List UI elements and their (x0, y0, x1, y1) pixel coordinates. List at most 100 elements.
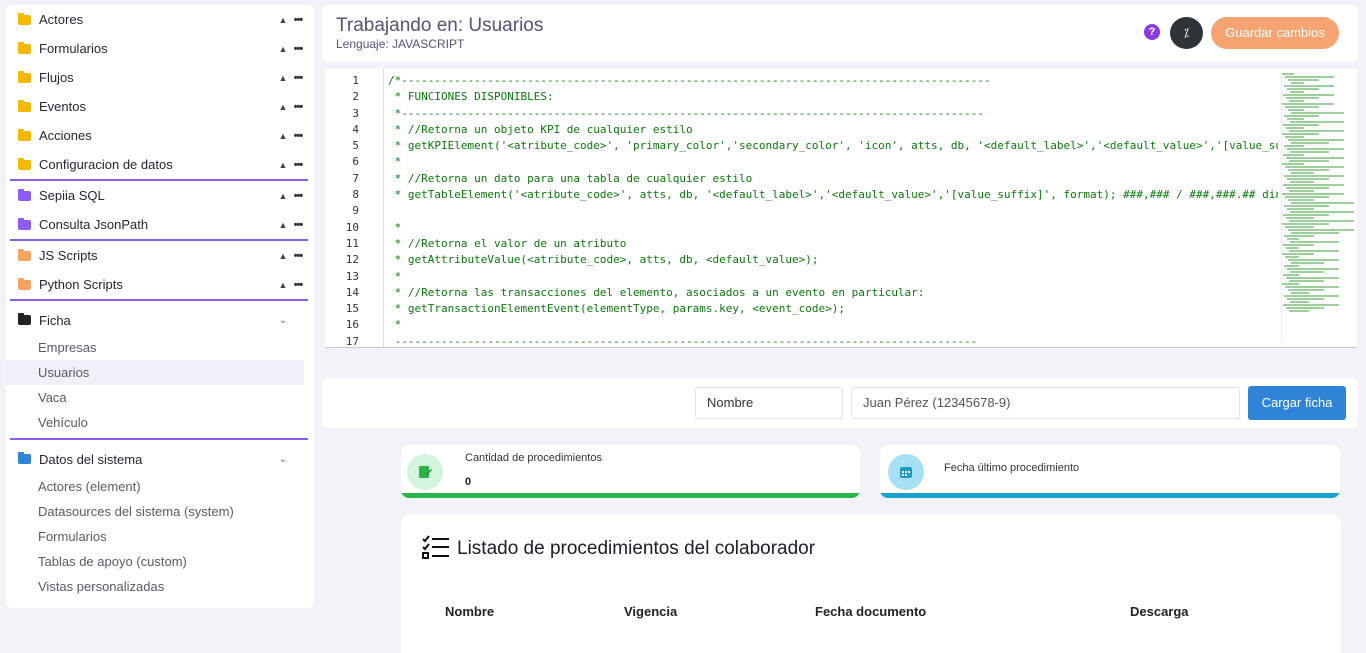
minimap-line (1291, 172, 1314, 174)
more-options-icon[interactable]: ••• (290, 43, 306, 55)
field-select[interactable]: Nombre (695, 387, 843, 419)
minimap-line (1286, 157, 1344, 159)
sidebar-item-python-scripts[interactable]: Python Scripts ▲ ••• (6, 270, 314, 299)
code-line[interactable]: ----------------------------------------… (388, 335, 1278, 347)
sidebar-subitem[interactable]: Empresas (6, 335, 314, 360)
minimap-line (1290, 301, 1309, 303)
sidebar-subitem[interactable]: Vaca (6, 385, 314, 410)
save-button[interactable]: Guardar cambios (1211, 17, 1339, 49)
load-record-button[interactable]: Cargar ficha (1248, 386, 1346, 420)
line-number: 2 (352, 90, 359, 104)
code-editor[interactable]: 1 2 3 4 5 6 7 8 9 10 11 12 13 14 15 16 17 /*------------… (325, 69, 1357, 348)
sidebar-subitem[interactable]: Formularios (6, 524, 314, 549)
chevron-down-icon[interactable]: ⌄ (276, 315, 290, 326)
chevron-down-icon[interactable]: ⌄ (276, 454, 290, 465)
minimap-line (1283, 94, 1334, 96)
chevron-up-icon[interactable]: ▲ (276, 251, 290, 261)
minimap-line (1291, 142, 1329, 144)
chevron-up-icon[interactable]: ▲ (276, 131, 290, 141)
kpi-label: Fecha último procedimiento (944, 462, 1080, 474)
minimap-line (1289, 250, 1339, 252)
code-line[interactable]: * (388, 318, 1278, 334)
code-line[interactable]: * (388, 221, 1278, 237)
column-header-fecha-documento[interactable]: Fecha documento (815, 604, 926, 619)
sidebar-item-consulta-jsonpath[interactable]: Consulta JsonPath ▲ ••• (6, 210, 314, 239)
more-options-icon[interactable]: ••• (290, 279, 306, 291)
code-line[interactable]: * //Retorna el valor de un atributo (388, 237, 1278, 253)
code-line[interactable]: /*--------------------------------------… (388, 74, 1278, 90)
help-icon[interactable]: ? (1144, 24, 1160, 40)
document-edit-icon (407, 454, 443, 490)
more-options-icon[interactable]: ••• (290, 219, 306, 231)
sidebar-subitem[interactable]: Datasources del sistema (system) (6, 499, 314, 524)
code-line[interactable]: *---------------------------------------… (388, 107, 1278, 123)
code-line[interactable]: * getAttributeValue(<atribute_code>, att… (388, 253, 1278, 269)
minimap-line (1290, 121, 1344, 123)
more-options-icon[interactable]: ••• (290, 190, 306, 202)
sidebar-item-formularios[interactable]: Formularios ▲ ••• (6, 34, 314, 63)
code-line[interactable]: * getTransactionElementEvent(elementType… (388, 302, 1278, 318)
chevron-up-icon[interactable]: ▲ (276, 73, 290, 83)
sidebar-subitem[interactable]: Usuarios (6, 360, 304, 385)
minimap-line (1285, 226, 1314, 228)
minimap-line (1283, 304, 1339, 306)
more-options-icon[interactable]: ••• (290, 130, 306, 142)
more-options-icon[interactable]: ••• (290, 250, 306, 262)
code-line[interactable]: * FUNCIONES DISPONIBLES: (388, 90, 1278, 106)
sidebar-item-label: Python Scripts (39, 277, 123, 292)
sidebar-subitem[interactable]: Vistas personalizadas (6, 574, 314, 599)
minimap-line (1284, 265, 1299, 267)
chevron-up-icon[interactable]: ▲ (276, 160, 290, 170)
sidebar-item-configuracion-de-datos[interactable]: Configuracion de datos ▲ ••• (6, 150, 314, 179)
minimap-line (1289, 190, 1314, 192)
sidebar-item-flujos[interactable]: Flujos ▲ ••• (6, 63, 314, 92)
code-line[interactable]: * getTableElement('<atribute_code>', att… (388, 188, 1278, 204)
person-input[interactable]: Juan Pérez (12345678-9) (851, 387, 1240, 419)
kpi-accent-bar (880, 493, 1340, 498)
chevron-up-icon[interactable]: ▲ (276, 220, 290, 230)
sidebar-subitem[interactable]: Vehículo (6, 410, 314, 435)
minimap-line (1288, 79, 1319, 81)
sidebar-item-label: Consulta JsonPath (39, 217, 149, 232)
code-line[interactable] (388, 204, 1278, 220)
line-number: 4 (352, 122, 359, 136)
sidebar-item-sepiia-sql[interactable]: Sepiia SQL ▲ ••• (6, 181, 314, 210)
sidebar-item-js-scripts[interactable]: JS Scripts ▲ ••• (6, 241, 314, 270)
column-header-vigencia[interactable]: Vigencia (624, 604, 677, 619)
sidebar-item-actores[interactable]: Actores ▲ ••• (6, 5, 314, 34)
minimap-line (1287, 238, 1299, 240)
code-line[interactable]: * //Retorna las transacciones del elemen… (388, 286, 1278, 302)
code-line[interactable]: * (388, 155, 1278, 171)
sidebar-item-acciones[interactable]: Acciones ▲ ••• (6, 121, 314, 150)
toggle-button[interactable]: ⁒ (1170, 17, 1203, 49)
line-number: 15 (345, 302, 359, 316)
chevron-up-icon[interactable]: ▲ (276, 191, 290, 201)
sidebar-subitem[interactable]: Actores (element) (6, 474, 314, 499)
column-header-nombre[interactable]: Nombre (445, 604, 494, 619)
code-area[interactable]: /*--------------------------------------… (388, 74, 1278, 347)
code-line[interactable]: * (388, 270, 1278, 286)
kpi-value: 0 (465, 476, 472, 488)
sidebar-item-ficha[interactable]: Ficha ⌄ (6, 305, 314, 335)
code-line[interactable]: * //Retorna un dato para una tabla de cu… (388, 172, 1278, 188)
minimap-line (1290, 181, 1314, 183)
minimap-line (1283, 184, 1344, 186)
more-options-icon[interactable]: ••• (290, 159, 306, 171)
chevron-up-icon[interactable]: ▲ (276, 102, 290, 112)
chevron-up-icon[interactable]: ▲ (276, 44, 290, 54)
sidebar-item-eventos[interactable]: Eventos ▲ ••• (6, 92, 314, 121)
kpi-procedures-count: Cantidad de procedimientos 0 (401, 445, 860, 498)
chevron-up-icon[interactable]: ▲ (276, 15, 290, 25)
more-options-icon[interactable]: ••• (290, 72, 306, 84)
minimap-line (1282, 103, 1334, 105)
code-line[interactable]: * getKPIElement('<atribute_code>', 'prim… (388, 139, 1278, 155)
code-line[interactable]: * //Retorna un objeto KPI de cualquier e… (388, 123, 1278, 139)
sidebar-subitem[interactable]: Tablas de apoyo (custom) (6, 549, 314, 574)
column-header-descarga[interactable]: Descarga (1130, 604, 1189, 619)
minimap-line (1291, 262, 1324, 264)
more-options-icon[interactable]: ••• (290, 101, 306, 113)
chevron-up-icon[interactable]: ▲ (276, 280, 290, 290)
sidebar-item-datos-sistema[interactable]: Datos del sistema ⌄ (6, 444, 314, 474)
code-minimap[interactable] (1281, 72, 1354, 342)
more-options-icon[interactable]: ••• (290, 14, 306, 26)
